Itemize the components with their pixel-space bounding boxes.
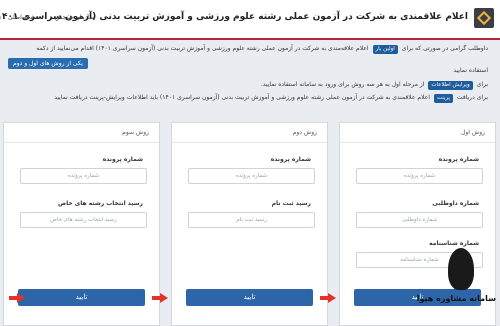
watermark: سامانه مشاوره هپوا [416, 248, 496, 322]
notice-line-1: داوطلب گرامی در صورتی که برای اولین بار … [36, 45, 488, 54]
notice-line-1b: استفاده نمایید [453, 67, 488, 74]
notice-line-3: برای دریافت پرینت اعلام علاقمندی به شرکت… [54, 94, 488, 103]
method-3-card: روش سوم شماره پرونده شماره پرونده رسید ا… [3, 122, 160, 326]
arrow-icon [9, 293, 25, 303]
card-title: روش سوم [4, 123, 159, 143]
special-fields-receipt-input[interactable]: رسید انتخاب رشته های خاص [20, 212, 147, 228]
print-tag: پرینت [433, 94, 453, 103]
submit-button[interactable]: تایید [18, 289, 145, 306]
nav-home[interactable]: صفحه اصلی [8, 14, 39, 21]
notice-line-2: برای ویرایش اطلاعات از مرحله اول به هر س… [260, 81, 488, 90]
candidate-number-input[interactable]: شماره داوطلبی [356, 212, 483, 228]
submit-button[interactable]: تایید [186, 289, 313, 306]
methods-one-two-button[interactable]: یکی از روش های اول و دوم [8, 58, 88, 69]
first-time-tag: اولین بار [372, 45, 398, 54]
edit-info-tag: ویرایش اطلاعات [428, 81, 473, 90]
nav-organization[interactable]: سازمان سنجش [55, 14, 94, 21]
file-number-input[interactable]: شماره پرونده [188, 168, 315, 184]
arrow-icon [152, 293, 168, 303]
file-number-label: شماره پرونده [270, 156, 311, 163]
watermark-text: سامانه مشاوره هپوا [416, 294, 496, 303]
fountain-pen-icon [448, 248, 474, 290]
candidate-number-label: شماره داوطلبی [432, 200, 479, 207]
file-number-input[interactable]: شماره پرونده [20, 168, 147, 184]
registration-receipt-input[interactable]: رسید ثبت نام [188, 212, 315, 228]
page-header: اعلام علاقمندی به شرکت در آزمون عملی رشت… [0, 0, 500, 40]
card-title: روش اول [340, 123, 495, 143]
id-number-label: شماره شناسنامه [429, 240, 479, 247]
top-nav: سازمان سنجش صفحه اصلی [8, 14, 108, 21]
file-number-label: شماره پرونده [438, 156, 479, 163]
registration-receipt-label: رسید ثبت نام [271, 200, 311, 207]
sanjesh-logo-icon [474, 8, 494, 28]
card-title: روش دوم [172, 123, 327, 143]
arrow-icon [320, 293, 336, 303]
method-2-card: روش دوم شماره پرونده شماره پرونده رسید ث… [171, 122, 328, 326]
file-number-input[interactable]: شماره پرونده [356, 168, 483, 184]
special-fields-receipt-label: رسید انتخاب رشته های خاص [58, 200, 143, 207]
file-number-label: شماره پرونده [102, 156, 143, 163]
